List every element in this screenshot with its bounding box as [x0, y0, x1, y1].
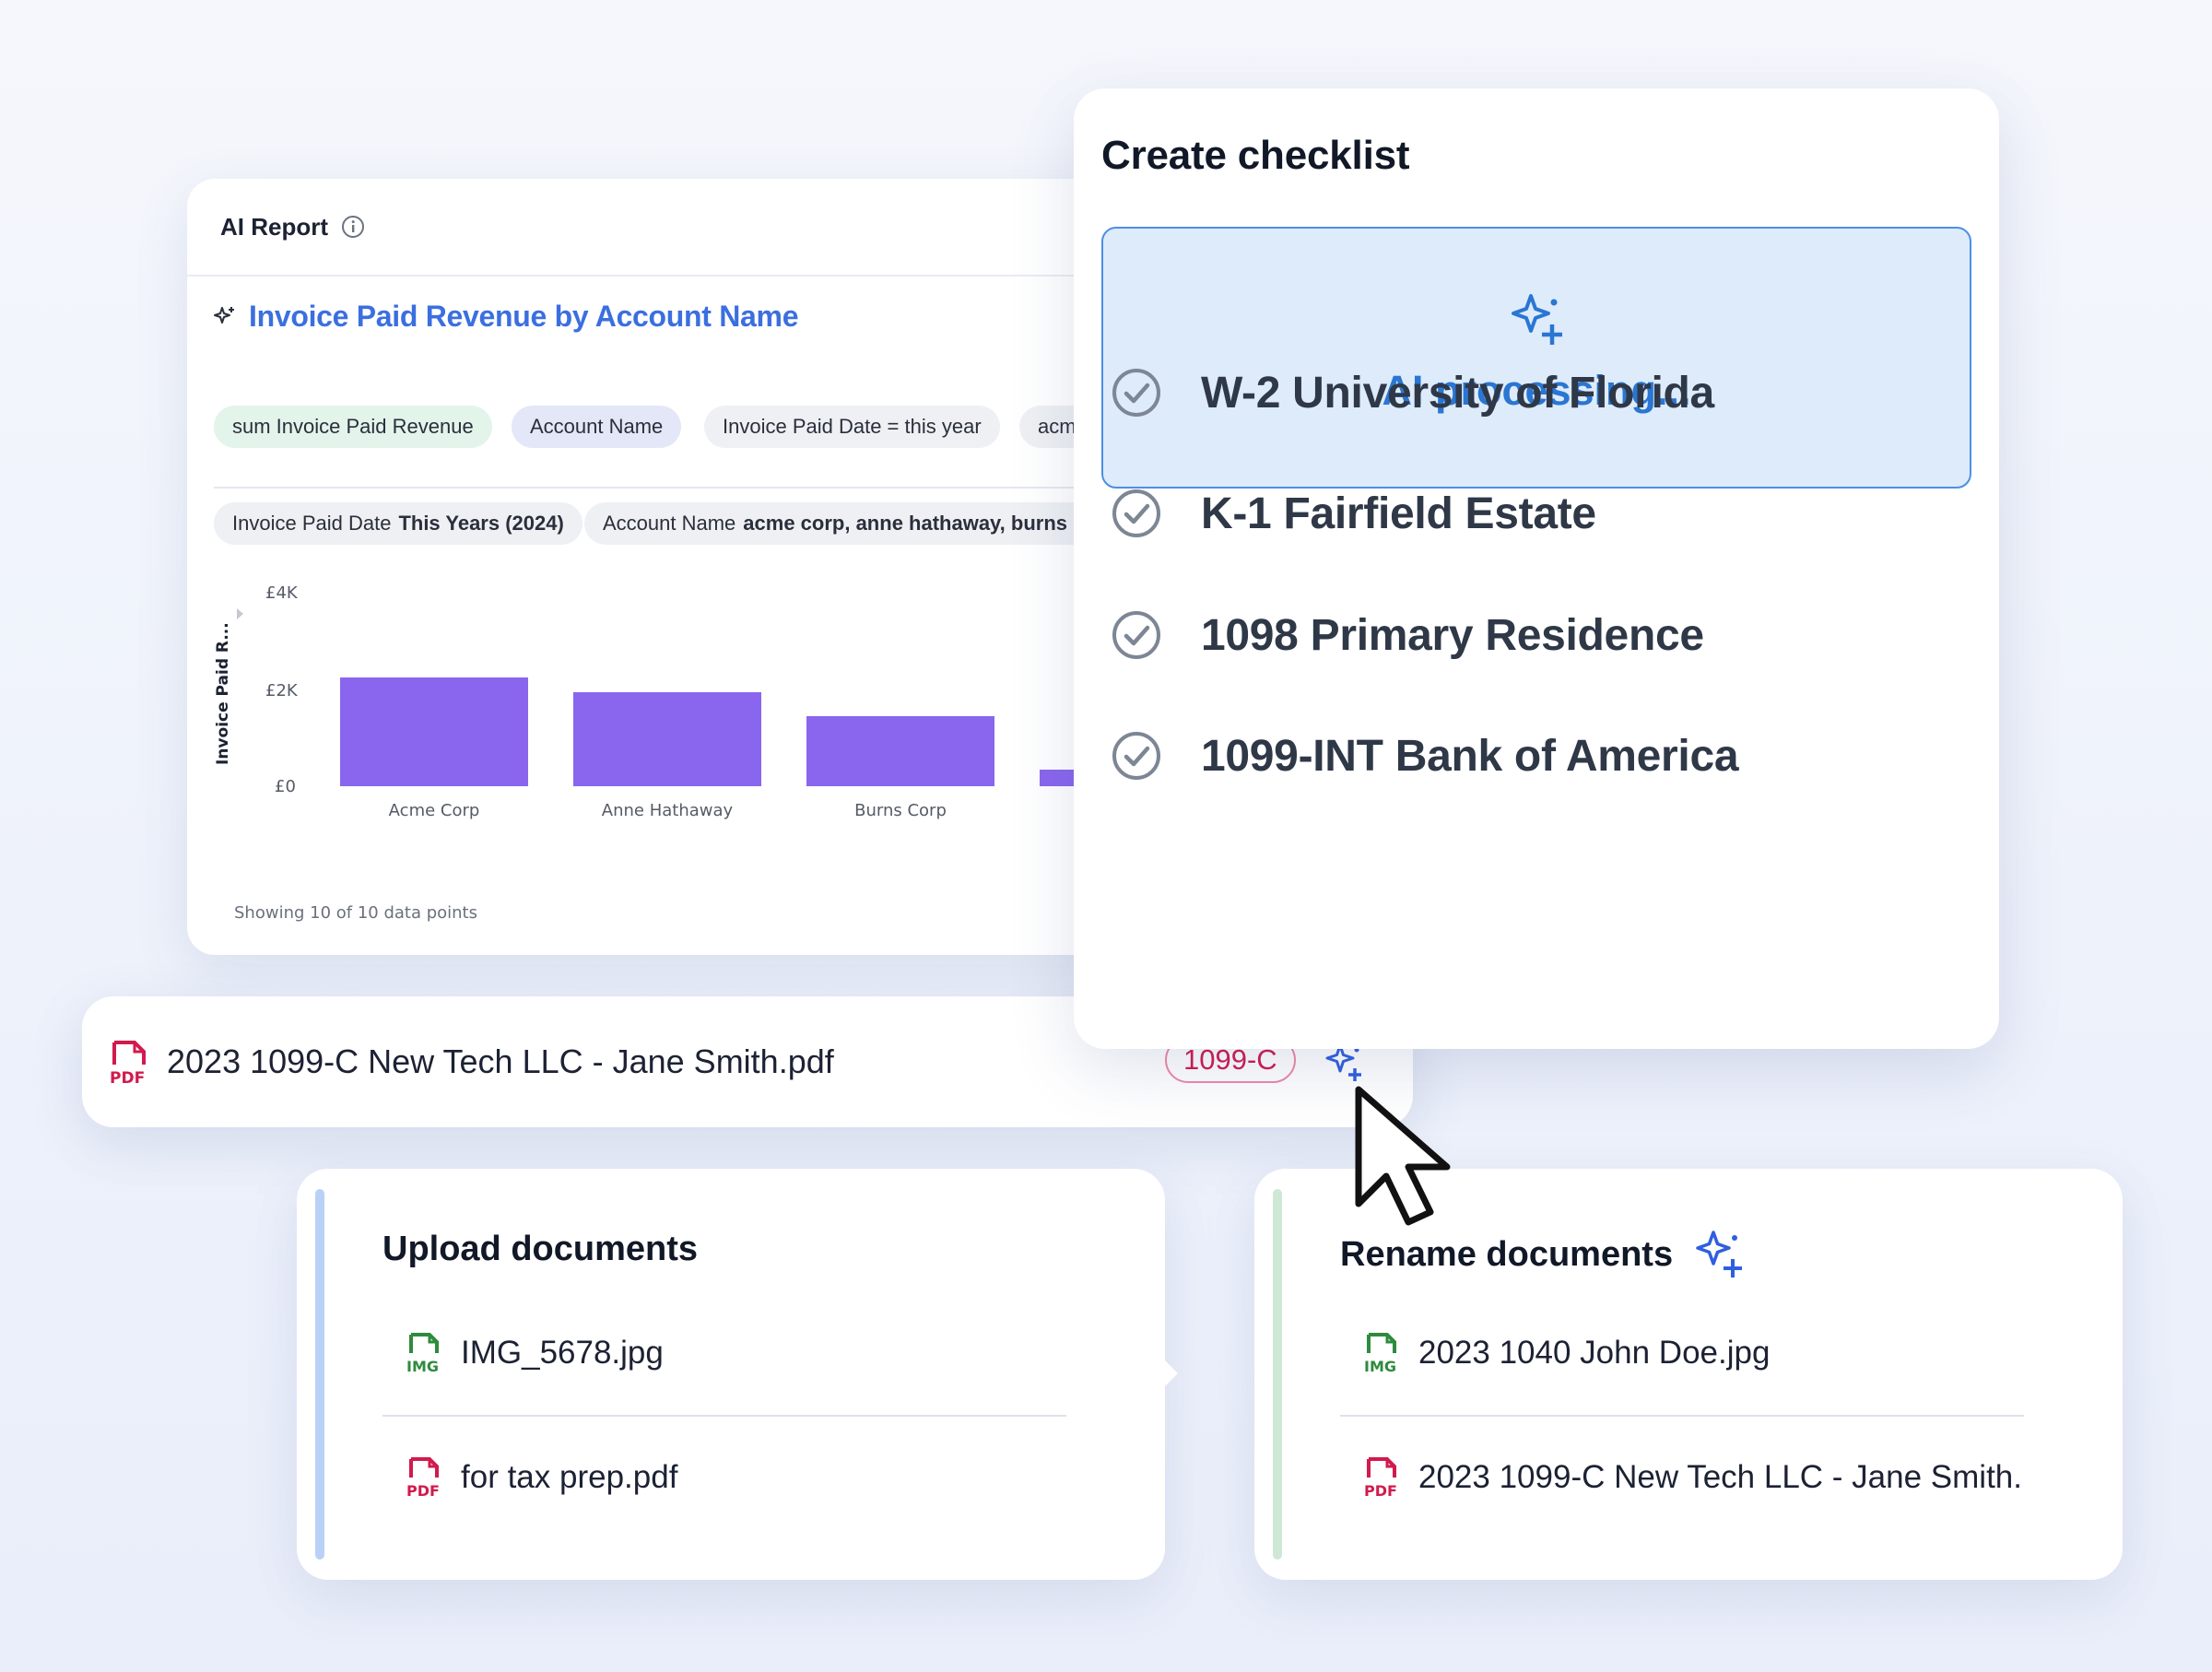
chart-bar[interactable]: [806, 715, 994, 786]
checklist-item-label: 1099-INT Bank of America: [1201, 731, 1739, 781]
filters-divider: [214, 487, 1076, 489]
rename-divider: [1340, 1415, 2024, 1417]
report-title-row: Invoice Paid Revenue by Account Name: [212, 300, 799, 334]
y-tick-0: £0: [275, 777, 296, 796]
img-icon-label: IMG: [1364, 1358, 1396, 1373]
check-circle-icon: [1112, 732, 1160, 780]
chart-bar[interactable]: [340, 677, 528, 786]
ai-sparkle-icon: [1512, 294, 1562, 345]
account-filter-pill[interactable]: Account Name acme corp, anne hathaway, b…: [584, 502, 1077, 545]
date-filter-chip[interactable]: Invoice Paid Date = this year: [704, 406, 1000, 448]
rename-file-name: 2023 1099-C New Tech LLC - Jane Smith.pd…: [1418, 1459, 2019, 1495]
checklist-item[interactable]: W-2 University of Florida: [1111, 367, 1714, 418]
upload-file-item[interactable]: PDF for tax prep.pdf: [406, 1457, 677, 1498]
file-name[interactable]: 2023 1099-C New Tech LLC - Jane Smith.pd…: [167, 1042, 834, 1081]
date-filter-pill[interactable]: Invoice Paid Date This Years (2024): [214, 502, 582, 545]
upload-documents-card: Upload documents IMG IMG_5678.jpg PDF fo…: [297, 1169, 1165, 1580]
rename-accent-bar: [1273, 1189, 1282, 1560]
info-icon[interactable]: [341, 215, 365, 239]
date-filter-value: This Years (2024): [398, 512, 564, 535]
pdf-icon: PDF: [1364, 1457, 1397, 1498]
ai-sparkle-icon: [1696, 1230, 1743, 1278]
upload-accent-bar: [315, 1189, 324, 1560]
account-chip-clip: acme corp, anne hathaway, burns corp: [1019, 406, 1077, 448]
checklist-item[interactable]: 1098 Primary Residence: [1111, 609, 1704, 661]
upload-file-name: for tax prep.pdf: [461, 1459, 678, 1495]
pdf-icon-label: PDF: [110, 1069, 145, 1085]
upload-file-item[interactable]: IMG IMG_5678.jpg: [406, 1333, 664, 1373]
img-icon: IMG: [406, 1333, 439, 1373]
measure-chip[interactable]: sum Invoice Paid Revenue: [214, 406, 492, 448]
ai-report-card: AI Report: [187, 179, 1127, 955]
img-icon-label: IMG: [406, 1358, 439, 1373]
pdf-icon: PDF: [110, 1041, 146, 1085]
rename-title: Rename documents: [1340, 1230, 1745, 1279]
pdf-icon-label: PDF: [406, 1482, 440, 1498]
rename-title-text: Rename documents: [1340, 1234, 1674, 1274]
account-filter-value: acme corp, anne hathaway, burns corp: [743, 512, 1077, 535]
ai-processing-box: AI processing...: [1101, 227, 1971, 489]
x-tick-label: Acme Corp: [388, 801, 480, 820]
checklist-item[interactable]: K-1 Fairfield Estate: [1111, 488, 1596, 539]
report-header-title: AI Report: [220, 212, 328, 241]
x-tick-label: Anne Hathaway: [601, 801, 734, 820]
create-checklist-panel: Create checklist AI processing... W-2 Un…: [1074, 88, 1999, 1049]
rename-file-item[interactable]: PDF 2023 1099-C New Tech LLC - Jane Smit…: [1363, 1457, 2019, 1498]
checklist-item[interactable]: 1099-INT Bank of America: [1111, 730, 1739, 782]
account-filter-label: Account Name: [603, 512, 736, 535]
check-circle-icon: [1112, 611, 1160, 659]
report-title[interactable]: Invoice Paid Revenue by Account Name: [249, 300, 799, 334]
y-tick-2k: £2K: [265, 681, 298, 701]
upload-file-name: IMG_5678.jpg: [461, 1335, 664, 1371]
rename-file-item[interactable]: IMG 2023 1040 John Doe.jpg: [1363, 1333, 1770, 1373]
checklist-item-label: W-2 University of Florida: [1201, 368, 1714, 418]
x-tick-label: C...: [1040, 801, 1077, 820]
dimension-chip[interactable]: Account Name: [512, 406, 682, 448]
checklist-item-label: K-1 Fairfield Estate: [1201, 489, 1596, 538]
mouse-cursor-icon: [1355, 1086, 1451, 1226]
account-filter-clip: Account Name acme corp, anne hathaway, b…: [584, 502, 1077, 545]
y-axis-title: Invoice Paid R...: [214, 622, 232, 765]
upload-divider: [382, 1415, 1066, 1417]
data-points-footer: Showing 10 of 10 data points: [234, 903, 477, 923]
y-tick-4k: £4K: [265, 583, 298, 603]
checklist-item-label: 1098 Primary Residence: [1201, 610, 1704, 660]
pdf-icon: PDF: [406, 1457, 440, 1498]
chart-bar[interactable]: [573, 691, 761, 786]
rename-file-name: 2023 1040 John Doe.jpg: [1418, 1335, 1771, 1371]
upload-title: Upload documents: [382, 1230, 698, 1269]
expand-arrow-icon[interactable]: [235, 607, 246, 620]
check-circle-icon: [1112, 489, 1160, 537]
checklist-title: Create checklist: [1101, 133, 1410, 178]
ai-wand-icon: [214, 306, 234, 324]
chart-bar[interactable]: [1040, 769, 1077, 786]
img-icon: IMG: [1364, 1333, 1396, 1373]
date-filter-label: Invoice Paid Date: [232, 512, 392, 535]
check-circle-icon: [1112, 369, 1160, 417]
account-values-chip[interactable]: acme corp, anne hathaway, burns corp: [1019, 406, 1077, 448]
flow-connector: [1152, 1348, 1178, 1399]
report-header: AI Report: [187, 179, 1127, 277]
x-tick-label: Burns Corp: [854, 801, 947, 820]
upload-title-text: Upload documents: [382, 1230, 699, 1268]
pdf-icon-label: PDF: [1364, 1482, 1397, 1498]
